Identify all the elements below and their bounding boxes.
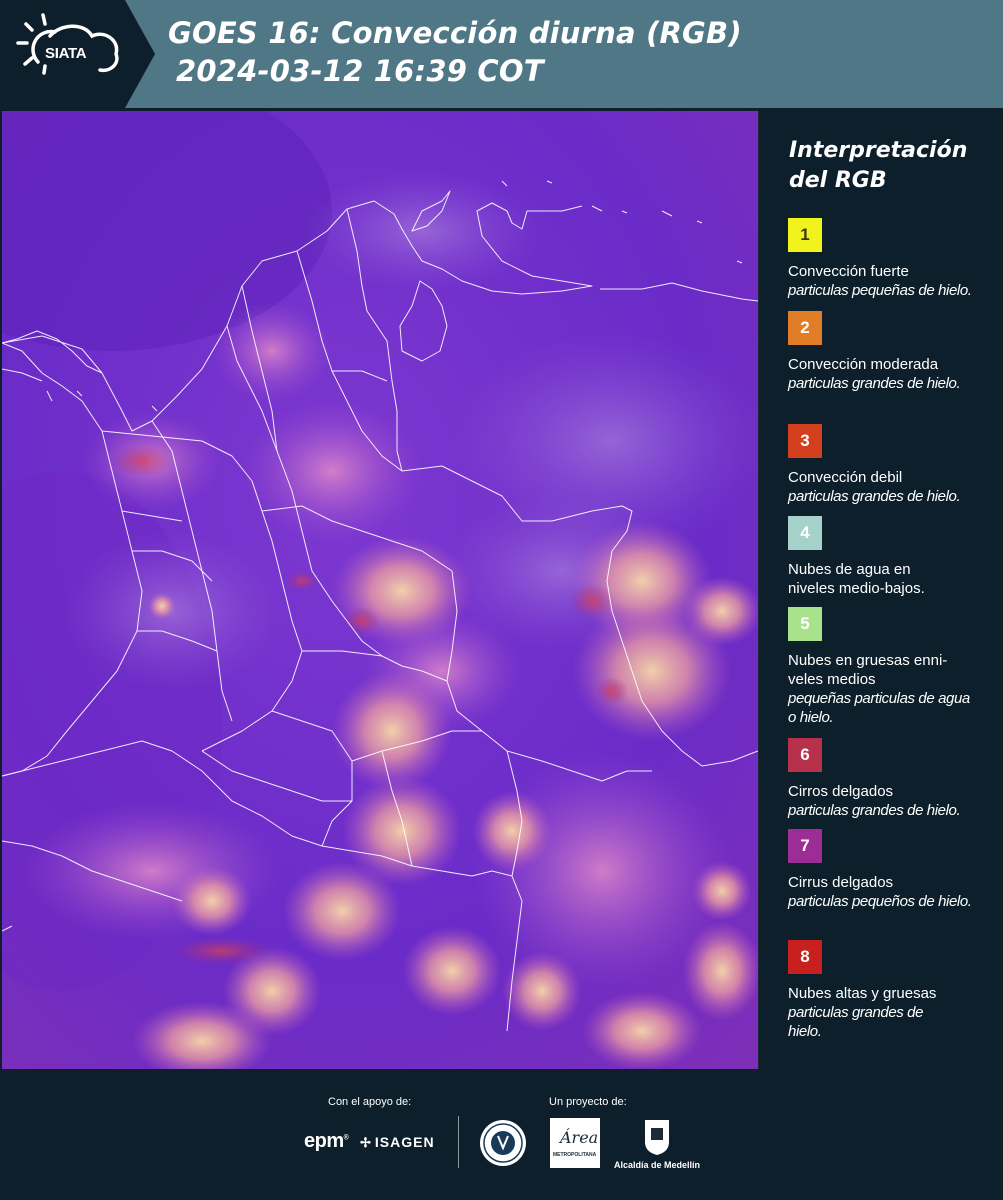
legend-swatch-8: 8 [788, 940, 822, 974]
legend-number: 1 [800, 225, 810, 244]
legend-swatch-7: 7 [788, 829, 822, 863]
siata-logo-text: SIATA [45, 45, 87, 62]
footer: Con el apoyo de: Un proyecto de: epm® ✢ I… [0, 1070, 1003, 1200]
legend-title-line-2: del RGB [789, 168, 887, 193]
legend-number: 4 [800, 523, 810, 542]
legend-title-line-1: Interpretación [789, 138, 968, 163]
project-label: Un proyecto de: [549, 1096, 627, 1108]
legend-item-3: 3 Convección debil particulas grandes de… [788, 424, 988, 506]
legend-item-desc: particulas grandes de hielo. [788, 1004, 924, 1040]
legend-item-name: Convección moderada [788, 356, 939, 373]
legend-swatch-5: 5 [788, 607, 822, 641]
area-logo-text: Área [560, 1128, 599, 1147]
antioquia-seal-icon [478, 1118, 528, 1173]
legend-number: 7 [800, 836, 810, 855]
title-line-1: GOES 16: Convección diurna (RGB) [168, 16, 742, 50]
page-title: GOES 16: Convección diurna (RGB) 2024-03… [168, 14, 742, 90]
legend-panel: Interpretación del RGB 1 Convección fuer… [760, 108, 1003, 1070]
legend-item-desc: particulas grandes de hielo. [788, 802, 961, 819]
epm-logo-text: epm [304, 1130, 344, 1152]
footer-divider [458, 1116, 459, 1168]
epm-logo: epm® [304, 1130, 349, 1152]
legend-number: 3 [800, 431, 810, 450]
title-line-2: 2024-03-12 16:39 COT [176, 54, 544, 88]
isagen-logo: ✢ ISAGEN [360, 1134, 435, 1151]
legend-number: 8 [800, 947, 810, 966]
legend-item-desc: pequeñas particulas de agua o hielo. [788, 690, 970, 726]
alcaldia-medellin-logo: Alcaldía de Medellín [612, 1118, 702, 1170]
legend-item-name: Nubes altas y gruesas [788, 985, 937, 1002]
legend-number: 6 [800, 745, 810, 764]
legend-item-2: 2 Convección moderada particulas grandes… [788, 311, 988, 393]
legend-title: Interpretación del RGB [789, 136, 967, 196]
legend-item-7: 7 Cirrus delgados particulas pequeños de… [788, 829, 988, 911]
legend-item-4: 4 Nubes de agua en niveles medio-bajos. [788, 516, 988, 598]
support-label: Con el apoyo de: [328, 1096, 412, 1108]
area-metropolitana-logo: Área METROPOLITANA [550, 1118, 600, 1173]
satellite-map [2, 111, 759, 1069]
legend-item-desc: particulas pequeñas de hielo. [788, 282, 972, 299]
legend-number: 2 [800, 318, 810, 337]
legend-item-name: Convección fuerte [788, 263, 909, 280]
legend-number: 5 [800, 614, 810, 633]
legend-item-desc: particulas grandes de hielo. [788, 375, 961, 392]
legend-item-desc: particulas grandes de hielo. [788, 488, 961, 505]
legend-item-8: 8 Nubes altas y gruesas particulas grand… [788, 940, 988, 1041]
legend-item-desc: particulas pequeños de hielo. [788, 893, 972, 910]
legend-item-6: 6 Cirros delgados particulas grandes de … [788, 738, 988, 820]
legend-item-name: Cirrus delgados [788, 874, 894, 891]
legend-item-name: Nubes en gruesas enni-veles medios [788, 652, 948, 688]
legend-item-name: Cirros delgados [788, 783, 894, 800]
legend-swatch-4: 4 [788, 516, 822, 550]
legend-swatch-2: 2 [788, 311, 822, 345]
header: SIATA GOES 16: Convección diurna (RGB) 2… [0, 0, 1003, 108]
legend-item-name: Nubes de agua en niveles medio-bajos. [788, 561, 925, 597]
legend-item-name: Convección debil [788, 469, 903, 486]
legend-swatch-1: 1 [788, 218, 822, 252]
legend-item-5: 5 Nubes en gruesas enni-veles medios peq… [788, 607, 988, 727]
isagen-icon: ✢ [360, 1135, 372, 1150]
isagen-logo-text: ISAGEN [374, 1134, 435, 1150]
area-logo-subtext: METROPOLITANA [553, 1152, 597, 1158]
legend-swatch-3: 3 [788, 424, 822, 458]
alcaldia-label: Alcaldía de Medellín [613, 1160, 701, 1170]
legend-swatch-6: 6 [788, 738, 822, 772]
legend-item-1: 1 Convección fuerte particulas pequeñas … [788, 218, 988, 300]
siata-logo: SIATA [0, 0, 160, 108]
